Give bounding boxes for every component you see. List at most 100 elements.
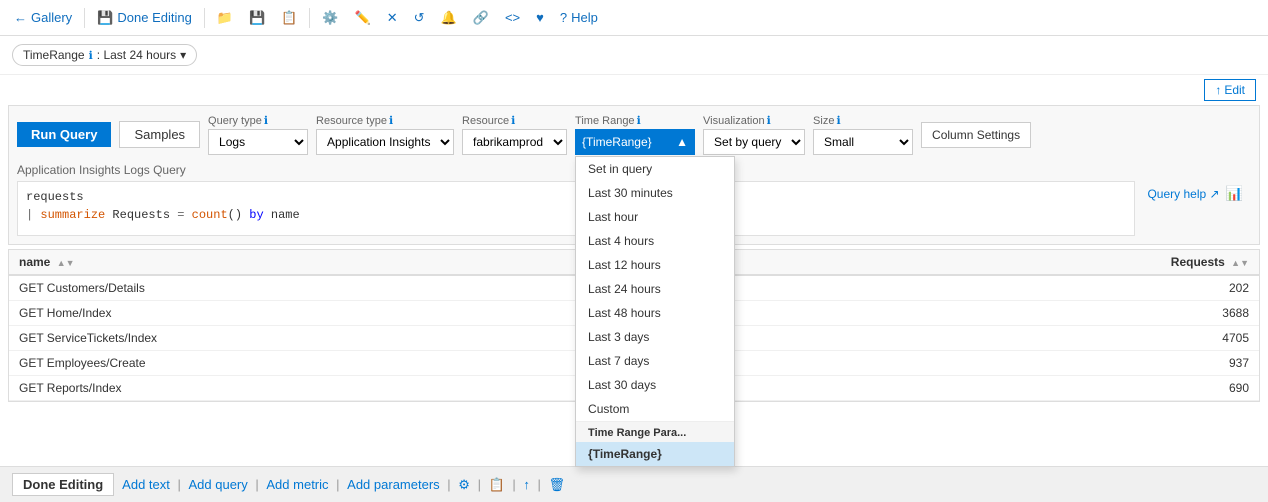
time-option-7days[interactable]: Last 7 days: [576, 349, 734, 373]
run-query-button[interactable]: Run Query: [17, 122, 111, 147]
close-button[interactable]: ✕: [381, 7, 404, 29]
query-var-name: name: [271, 208, 300, 222]
query-type-select[interactable]: Logs: [208, 129, 308, 155]
visualization-info-icon: ℹ: [767, 114, 771, 127]
visualization-select[interactable]: Set by query: [703, 129, 805, 155]
query-kw-by: by: [249, 208, 271, 222]
col-header-name[interactable]: name ▲▼: [9, 250, 1139, 275]
chevron-down-icon: ▾: [180, 48, 186, 62]
cell-name: GET Home/Index: [9, 301, 1139, 326]
cell-requests: 690: [1139, 376, 1259, 401]
question-icon: ?: [560, 10, 567, 25]
refresh-button[interactable]: ↺: [408, 7, 431, 29]
time-range-dropdown: Set in query Last 30 minutes Last hour L…: [575, 156, 735, 467]
time-range-ctrl-label: Time Range: [575, 115, 635, 127]
samples-button[interactable]: Samples: [119, 121, 200, 148]
time-option-4hours[interactable]: Last 4 hours: [576, 229, 734, 253]
help-label: Help: [571, 10, 598, 25]
copy-icon-bottom[interactable]: 📋: [489, 477, 505, 492]
time-option-48hours[interactable]: Last 48 hours: [576, 301, 734, 325]
size-group: Size ℹ Small: [813, 114, 913, 155]
cell-name: GET Employees/Create: [9, 351, 1139, 376]
help-button[interactable]: ? Help: [554, 7, 604, 28]
time-option-24hours[interactable]: Last 24 hours: [576, 277, 734, 301]
edit-label: Edit: [1224, 83, 1245, 97]
done-editing-bottom-label: Done Editing: [23, 477, 103, 492]
time-option-12hours[interactable]: Last 12 hours: [576, 253, 734, 277]
cell-name: GET Customers/Details: [9, 275, 1139, 301]
bell-icon: 🔔: [441, 10, 457, 26]
toolbar-separator-2: [204, 8, 205, 28]
resource-type-label: Resource type: [316, 115, 387, 127]
done-editing-bottom-button[interactable]: Done Editing: [12, 473, 114, 496]
query-controls: Run Query Samples Query type ℹ Logs Reso…: [17, 114, 1251, 155]
up-arrow-icon: ↑: [1215, 83, 1221, 97]
sort-arrow-name: ▲▼: [57, 258, 75, 268]
query-fn-count: count: [192, 208, 228, 222]
link-button[interactable]: 🔗: [467, 7, 495, 29]
folder-icon: 📁: [217, 10, 233, 26]
query-text-requests: requests: [26, 190, 84, 204]
time-option-3days[interactable]: Last 3 days: [576, 325, 734, 349]
resource-type-select[interactable]: Application Insights: [316, 129, 454, 155]
query-type-group: Query type ℹ Logs: [208, 114, 308, 155]
time-option-30days[interactable]: Last 30 days: [576, 373, 734, 397]
time-range-select[interactable]: {TimeRange} ▲: [575, 129, 695, 155]
bottom-bar: Done Editing Add text | Add query | Add …: [0, 466, 1268, 502]
done-editing-toolbar-button[interactable]: 💾 Done Editing: [91, 7, 198, 29]
add-query-link[interactable]: Add query: [189, 477, 248, 492]
time-range-info-icon: ℹ: [637, 114, 641, 127]
run-query-label: Run Query: [31, 127, 97, 142]
query-help-link[interactable]: Query help ↗: [1147, 187, 1219, 201]
cell-requests: 3688: [1139, 301, 1259, 326]
col-header-requests[interactable]: Requests ▲▼: [1139, 250, 1259, 275]
edit-pencil-button[interactable]: ✏️: [349, 7, 377, 29]
settings-icon-bottom[interactable]: ⚙: [458, 477, 470, 492]
add-parameters-link[interactable]: Add parameters: [347, 477, 440, 492]
copy-button[interactable]: 📋: [275, 7, 303, 29]
resource-info-icon: ℹ: [511, 114, 515, 127]
save-button[interactable]: 💾: [243, 7, 271, 29]
gallery-button[interactable]: ← Gallery: [8, 7, 78, 28]
sort-arrow-requests: ▲▼: [1231, 258, 1249, 268]
query-type-info-icon: ℹ: [264, 114, 268, 127]
time-range-param-header: Time Range Para...: [576, 421, 734, 442]
time-range-group: Time Range ℹ {TimeRange} ▲ Set in query …: [575, 114, 695, 155]
time-option-1hour[interactable]: Last hour: [576, 205, 734, 229]
time-option-set-in-query[interactable]: Set in query: [576, 157, 734, 181]
resource-label: Resource: [462, 115, 509, 127]
time-option-custom[interactable]: Custom: [576, 397, 734, 421]
resource-select[interactable]: fabrikamprod: [462, 129, 567, 155]
add-metric-link[interactable]: Add metric: [266, 477, 328, 492]
resource-type-info-icon: ℹ: [389, 114, 393, 127]
arrow-left-icon: ←: [14, 10, 27, 25]
open-folder-button[interactable]: 📁: [211, 7, 239, 29]
time-range-pill[interactable]: TimeRange ℹ : Last 24 hours ▾: [12, 44, 197, 66]
settings-button[interactable]: ⚙️: [316, 7, 344, 29]
query-pipe-symbol: |: [26, 208, 40, 222]
edit-row: ↑ Edit: [0, 75, 1268, 105]
time-option-30min[interactable]: Last 30 minutes: [576, 181, 734, 205]
edit-button[interactable]: ↑ Edit: [1204, 79, 1256, 101]
delete-icon-bottom[interactable]: 🗑: [549, 477, 566, 492]
upload-icon-bottom[interactable]: ↑: [523, 477, 530, 492]
save2-icon: 💾: [249, 10, 265, 26]
share-icon[interactable]: 📊: [1226, 185, 1243, 202]
code-button[interactable]: <>: [499, 7, 526, 28]
size-select[interactable]: Small: [813, 129, 913, 155]
cell-requests: 4705: [1139, 326, 1259, 351]
column-settings-wrapper: Column Settings: [921, 122, 1031, 148]
time-option-timerange-param[interactable]: {TimeRange}: [576, 442, 734, 466]
column-settings-button[interactable]: Column Settings: [921, 122, 1031, 148]
add-text-link[interactable]: Add text: [122, 477, 170, 492]
query-parens: (): [228, 208, 242, 222]
query-kw-summarize: summarize: [40, 208, 105, 222]
size-info-icon: ℹ: [836, 114, 840, 127]
bottom-links: Add text | Add query | Add metric | Add …: [122, 477, 565, 493]
bell-button[interactable]: 🔔: [435, 7, 463, 29]
samples-label: Samples: [134, 127, 185, 142]
resource-group: Resource ℹ fabrikamprod: [462, 114, 567, 155]
gallery-label: Gallery: [31, 10, 72, 25]
heart-button[interactable]: ♥: [530, 7, 550, 28]
cell-name: GET ServiceTickets/Index: [9, 326, 1139, 351]
